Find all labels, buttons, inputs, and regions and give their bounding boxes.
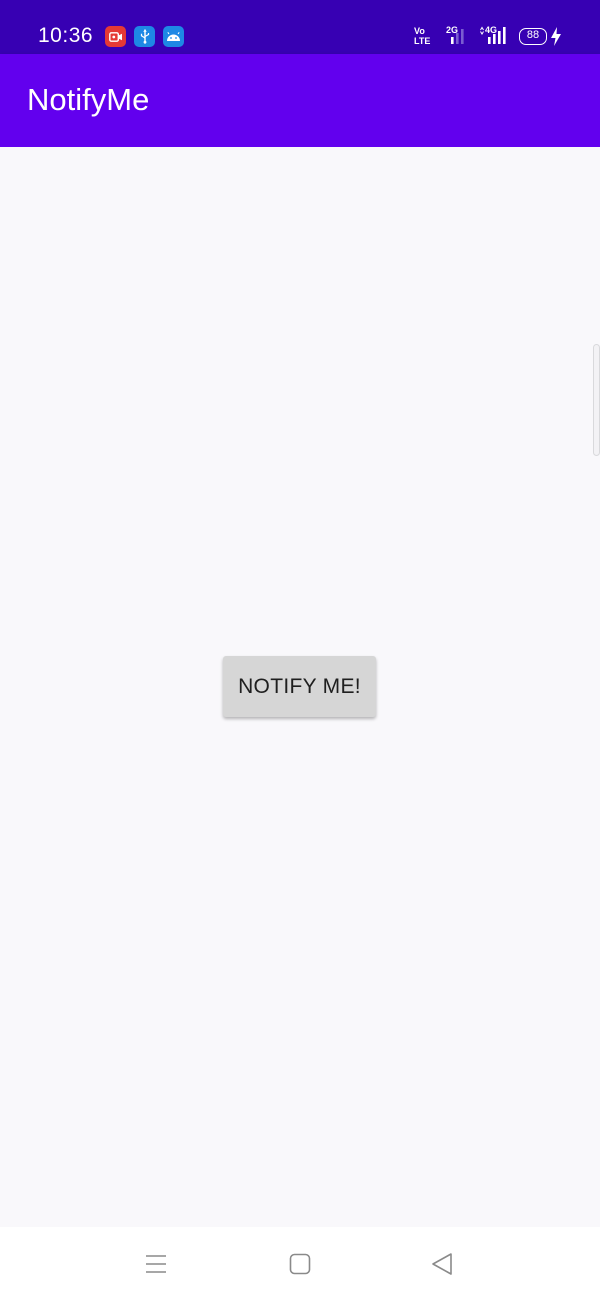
signal-4g-icon: 4G — [478, 24, 512, 48]
signal-2g-icon: 2G — [444, 24, 474, 48]
scroll-indicator[interactable] — [593, 344, 600, 456]
recent-apps-button[interactable] — [116, 1227, 196, 1300]
home-button[interactable] — [260, 1227, 340, 1300]
charging-icon — [551, 27, 561, 46]
app-bar: NotifyMe — [0, 54, 600, 147]
battery-icon: 88 — [519, 28, 547, 45]
app-title: NotifyMe — [27, 82, 150, 117]
back-button[interactable] — [402, 1227, 482, 1300]
status-time: 10:36 — [38, 24, 94, 47]
menu-icon — [146, 1254, 166, 1273]
notify-me-button[interactable]: NOTIFY ME! — [223, 656, 376, 717]
android-icon — [163, 26, 184, 47]
screen-record-icon — [105, 26, 126, 47]
back-icon — [432, 1252, 452, 1275]
volte-indicator: Vo LTE — [414, 26, 431, 46]
usb-icon — [134, 26, 155, 47]
status-bar: 10:36 Vo LTE 2G 4G 88 — [0, 0, 600, 54]
battery-level: 88 — [526, 29, 540, 41]
navigation-bar — [0, 1227, 600, 1300]
home-icon — [289, 1253, 311, 1274]
